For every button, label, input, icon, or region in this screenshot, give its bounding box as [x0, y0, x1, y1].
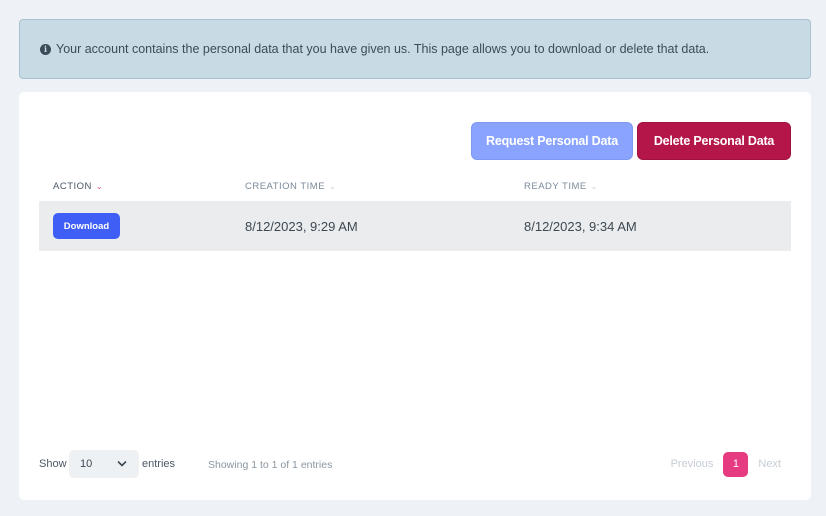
sort-chevron-icon: ⌄ — [590, 182, 598, 191]
table-info: Showing 1 to 1 of 1 entries — [208, 459, 333, 471]
alert-text: Your account contains the personal data … — [56, 42, 710, 56]
page-size-value: 10 — [80, 458, 93, 470]
action-cell: Download — [53, 201, 120, 251]
pagination-page-1[interactable]: 1 — [723, 451, 749, 477]
column-header-ready-time[interactable]: READY TIME ⌄ — [524, 181, 598, 192]
download-button[interactable]: Download — [53, 213, 120, 239]
page-size-select[interactable]: 10 — [69, 450, 139, 478]
table-row: Download 8/12/2023, 9:29 AM 8/12/2023, 9… — [39, 201, 791, 251]
creation-time-cell: 8/12/2023, 9:29 AM — [245, 218, 358, 234]
delete-personal-data-button[interactable]: Delete Personal Data — [637, 122, 791, 160]
info-circle-icon: i — [40, 43, 51, 55]
pagination: Previous 1 Next — [671, 450, 791, 478]
show-label: Show — [39, 458, 67, 470]
pagination-previous[interactable]: Previous — [671, 458, 714, 470]
chevron-down-icon — [117, 461, 127, 467]
pagination-next[interactable]: Next — [758, 458, 781, 470]
sort-chevron-icon: ⌄ — [329, 182, 337, 191]
table-header: ACTION ⌄ CREATION TIME ⌄ READY TIME ⌄ — [39, 181, 791, 193]
column-header-creation-time[interactable]: CREATION TIME ⌄ — [245, 181, 336, 192]
entries-label: entries — [142, 458, 176, 470]
info-alert: i Your account contains the personal dat… — [19, 19, 811, 79]
column-header-action[interactable]: ACTION ⌄ — [53, 181, 103, 192]
request-personal-data-button[interactable]: Request Personal Data — [471, 122, 633, 160]
ready-time-cell: 8/12/2023, 9:34 AM — [524, 218, 637, 234]
table-footer: Show 10 entries Showing 1 to 1 of 1 entr… — [39, 450, 791, 478]
personal-data-card: Request Personal Data Delete Personal Da… — [19, 92, 811, 500]
sort-chevron-down-icon: ⌄ — [95, 182, 104, 191]
